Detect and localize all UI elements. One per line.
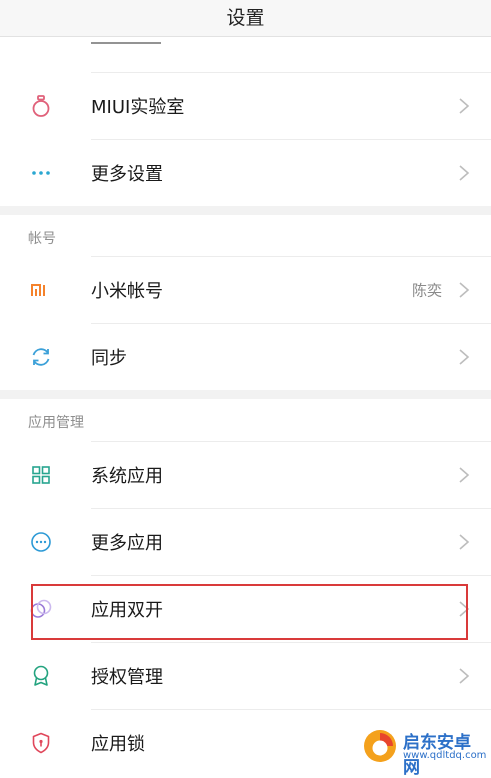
highlight-box	[31, 584, 468, 640]
section-header-apps: 应用管理	[28, 415, 84, 431]
settings-row-sync[interactable]: 同步	[0, 324, 491, 390]
chevron-right-icon	[459, 282, 470, 298]
settings-row-more-apps[interactable]: 更多应用	[0, 509, 491, 575]
partial-row-label	[91, 36, 161, 44]
more-apps-icon	[31, 532, 51, 552]
row-label: 更多设置	[91, 164, 163, 185]
section-gap	[0, 390, 491, 399]
badge-icon	[33, 665, 49, 686]
watermark-logo-icon	[364, 730, 396, 762]
more-dots-icon	[32, 171, 50, 175]
mi-logo-icon	[31, 284, 45, 296]
row-label: 更多应用	[91, 533, 163, 554]
settings-row-more-settings[interactable]: 更多设置	[0, 140, 491, 206]
section-header-account: 帐号	[28, 231, 56, 247]
row-label: 同步	[91, 348, 127, 369]
watermark: 启东安卓网 www.qdltdq.com	[359, 725, 487, 778]
chevron-right-icon	[459, 98, 470, 114]
watermark-url: www.qdltdq.com	[403, 750, 487, 761]
row-label: 系统应用	[91, 466, 163, 487]
grid-apps-icon	[32, 466, 50, 484]
settings-row-permissions[interactable]: 授权管理	[0, 643, 491, 709]
section-gap	[0, 206, 491, 215]
row-label: 应用锁	[91, 734, 145, 755]
partial-row-icon	[28, 36, 54, 44]
row-label: 授权管理	[91, 667, 163, 688]
flask-icon	[32, 95, 50, 117]
settings-row-miui-lab[interactable]: MIUI实验室	[0, 73, 491, 139]
account-name-value: 陈奕	[411, 281, 442, 300]
chevron-right-icon	[459, 165, 470, 181]
chevron-right-icon	[459, 668, 470, 684]
row-label: MIUI实验室	[91, 97, 185, 118]
page-title: 设置	[226, 6, 265, 29]
row-label: 小米帐号	[91, 281, 163, 302]
shield-lock-icon	[32, 732, 50, 754]
sync-icon	[32, 348, 50, 366]
settings-row-mi-account[interactable]: 小米帐号 陈奕	[0, 257, 491, 323]
partial-row	[0, 36, 491, 72]
settings-row-system-apps[interactable]: 系统应用	[0, 442, 491, 508]
chevron-right-icon	[459, 349, 470, 365]
chevron-right-icon	[459, 467, 470, 483]
chevron-right-icon	[459, 534, 470, 550]
header-bar: 设置	[0, 0, 491, 37]
